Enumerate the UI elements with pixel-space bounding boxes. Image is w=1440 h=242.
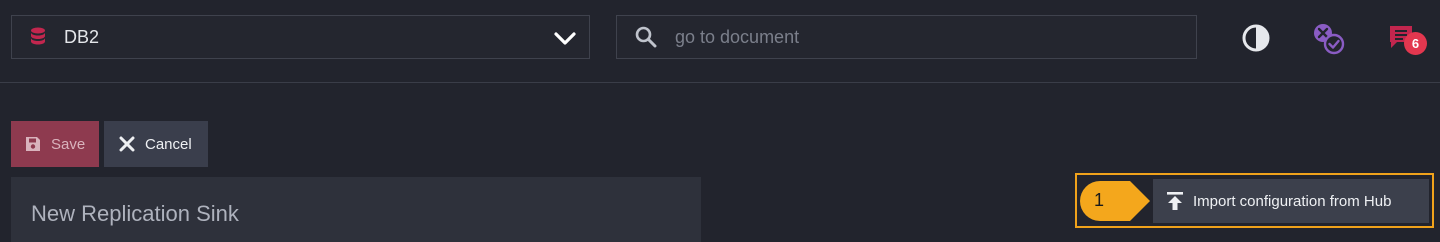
notification-badge: 6: [1404, 32, 1427, 55]
search-icon: [635, 26, 657, 48]
conflicts-icon[interactable]: [1311, 22, 1345, 55]
save-icon: [25, 136, 41, 152]
page-title: New Replication Sink: [31, 201, 239, 226]
database-icon: [30, 25, 48, 49]
close-icon: [119, 136, 135, 152]
cancel-label: Cancel: [145, 135, 192, 153]
save-label: Save: [51, 135, 86, 153]
edit-panel: New Replication Sink: [11, 177, 701, 242]
database-selector[interactable]: DB2: [11, 15, 590, 59]
step-callout-marker: [1080, 181, 1150, 221]
import-from-hub-button[interactable]: Import configuration from Hub: [1153, 179, 1429, 223]
top-bar: DB2 go to document 6: [0, 0, 1440, 83]
import-label: Import configuration from Hub: [1193, 192, 1392, 210]
save-button[interactable]: Save: [11, 121, 99, 167]
search-input[interactable]: [673, 25, 1157, 49]
database-name: DB2: [64, 26, 100, 47]
search-box[interactable]: [616, 15, 1197, 59]
chevron-down-icon[interactable]: [553, 26, 577, 50]
cancel-button[interactable]: Cancel: [104, 121, 208, 167]
step-number: 1: [1094, 190, 1105, 210]
theme-contrast-icon[interactable]: [1240, 22, 1272, 54]
upload-icon: [1166, 191, 1184, 211]
